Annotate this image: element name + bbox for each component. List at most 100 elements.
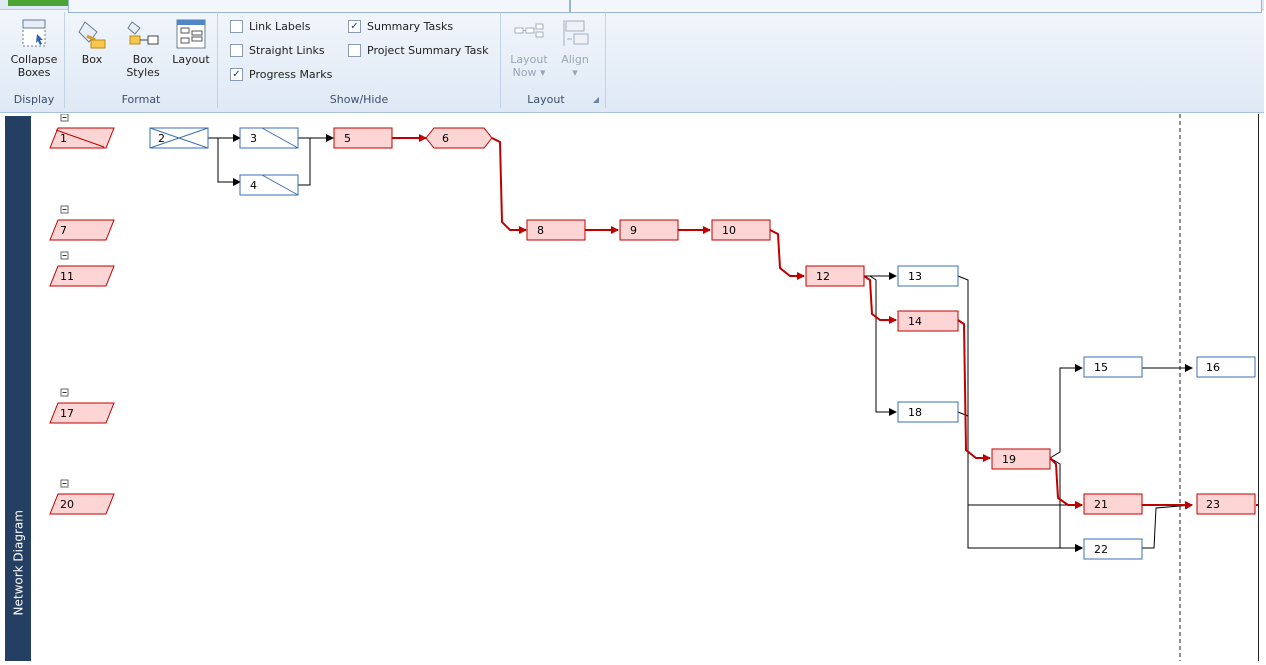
task-node-3[interactable]: 3 [239,127,299,149]
task-id: 21 [1094,498,1108,511]
link-12-18 [869,275,897,416]
display-group: Collapse Boxes Display [4,12,65,108]
task-node-2[interactable]: 2 [149,127,209,149]
link-labels-checkbox[interactable]: Link Labels [230,20,310,33]
window-right-border [1258,114,1259,661]
link-12-14 [863,275,897,324]
task-node-9[interactable]: 9 [619,219,679,241]
layout-icon [176,19,206,49]
format-group: Box Box Styles Layout Format [65,12,218,108]
task-id: 2 [158,132,165,145]
progress-marks-checkbox[interactable]: ✓ Progress Marks [230,68,332,81]
task-node-16[interactable]: 16 [1196,356,1256,378]
link-4-5 [298,138,311,186]
summary-task-17[interactable]: 17 [49,388,115,424]
link-labels-text: Link Labels [249,20,311,33]
layout-group-label: Layout [527,93,565,106]
summary-tasks-checkbox[interactable]: ✓ Summary Tasks [348,20,453,33]
collapse-label-line1: Collapse [10,53,58,66]
link-labels-check-box[interactable] [230,20,243,33]
view-bar-label: Network Diagram [11,510,26,616]
view-bar: Network Diagram [5,116,31,661]
display-group-label: Display [13,93,55,106]
summary-task-id: 11 [60,270,74,283]
progress-marks-text: Progress Marks [249,68,333,81]
summary-task-1[interactable]: 1 [49,113,115,149]
summary-tasks-check-box[interactable]: ✓ [348,20,361,33]
dialog-launcher-icon[interactable]: ◢ [593,95,599,104]
align-dropdown-arrow: ▾ [572,66,578,79]
project-summary-task-checkbox[interactable]: Project Summary Task [348,44,489,57]
summary-task-id: 20 [60,498,74,511]
progress-marks-check-box[interactable]: ✓ [230,68,243,81]
task-node-15[interactable]: 15 [1083,356,1143,378]
link-22-23 [1142,501,1193,549]
task-node-18[interactable]: 18 [897,401,959,423]
milestone-node-6[interactable]: 6 [425,127,493,149]
summary-task-7[interactable]: 7 [49,205,115,241]
link-19-15 [1049,364,1083,459]
showhide-group-label: Show/Hide [329,93,389,106]
layout-now-line2-text: Now [512,66,537,79]
task-id: 3 [250,132,257,145]
link-10-12 [769,229,805,280]
task-node-4[interactable]: 4 [239,174,299,196]
box-styles-button[interactable]: Box Styles [123,18,163,79]
network-diagram-canvas[interactable]: 1 7 11 17 20 2 3 4 5 6 8 9 10 12 13 14 1… [31,113,1258,661]
file-tab-accent[interactable] [8,0,68,6]
straight-links-text: Straight Links [249,44,325,57]
link-19-21 [1049,457,1083,509]
task-id: 10 [722,224,736,237]
box-button[interactable]: Box [73,18,111,66]
align-label: Align [561,53,589,66]
project-summary-task-text: Project Summary Task [367,44,489,57]
task-id: 4 [250,179,257,192]
task-id: 18 [908,406,922,419]
task-node-21[interactable]: 21 [1083,493,1143,515]
task-node-12[interactable]: 12 [805,265,865,287]
collapse-boxes-button[interactable]: Collapse Boxes [6,18,62,79]
task-id: 15 [1094,361,1108,374]
summary-task-id: 7 [60,224,67,237]
task-node-14[interactable]: 14 [897,310,959,332]
ribbon: Collapse Boxes Display Box Box Styles La… [0,0,1264,113]
task-node-19[interactable]: 19 [991,448,1051,470]
align-button[interactable]: Align ▾ [555,18,595,79]
tab-strip-frame [570,0,1262,13]
summary-task-11[interactable]: 11 [49,251,115,287]
paint-bucket-icon [78,21,106,49]
task-node-22[interactable]: 22 [1083,538,1143,560]
summary-tasks-text: Summary Tasks [367,20,454,33]
straight-links-checkbox[interactable]: Straight Links [230,44,325,57]
task-id: 23 [1206,498,1220,511]
task-id: 22 [1094,543,1108,556]
layout-now-button[interactable]: Layout Now ▾ [507,18,551,79]
task-node-8[interactable]: 8 [526,219,586,241]
layout-button[interactable]: Layout [169,18,213,66]
format-group-label: Format [121,93,161,106]
task-id: 14 [908,315,922,328]
layout-now-line1: Layout [510,53,548,66]
project-window: Collapse Boxes Display Box Box Styles La… [0,0,1266,661]
summary-task-id: 1 [60,132,67,145]
collapse-boxes-icon [22,19,46,47]
task-node-5[interactable]: 5 [333,127,393,149]
align-icon [563,20,589,46]
box-styles-line1: Box [132,53,154,66]
collapse-label-line2: Boxes [17,66,51,79]
layout-group: Layout Now ▾ Align ▾ Layout ◢ [501,12,606,108]
task-node-23[interactable]: 23 [1196,493,1256,515]
box-styles-icon [127,21,159,45]
network-diagram-svg: 1 7 11 17 20 2 3 4 5 6 8 9 10 12 13 14 1… [49,113,1258,661]
task-node-10[interactable]: 10 [711,219,771,241]
summary-task-id: 17 [60,407,74,420]
task-node-13[interactable]: 13 [897,265,959,287]
layout-label: Layout [172,53,210,66]
layout-now-line2: Now ▾ [512,66,546,79]
link-6-8 [491,137,527,234]
task-id: 12 [816,270,830,283]
project-summary-task-check-box[interactable] [348,44,361,57]
straight-links-check-box[interactable] [230,44,243,57]
link-14-19 [957,319,991,462]
summary-task-20[interactable]: 20 [49,479,115,515]
